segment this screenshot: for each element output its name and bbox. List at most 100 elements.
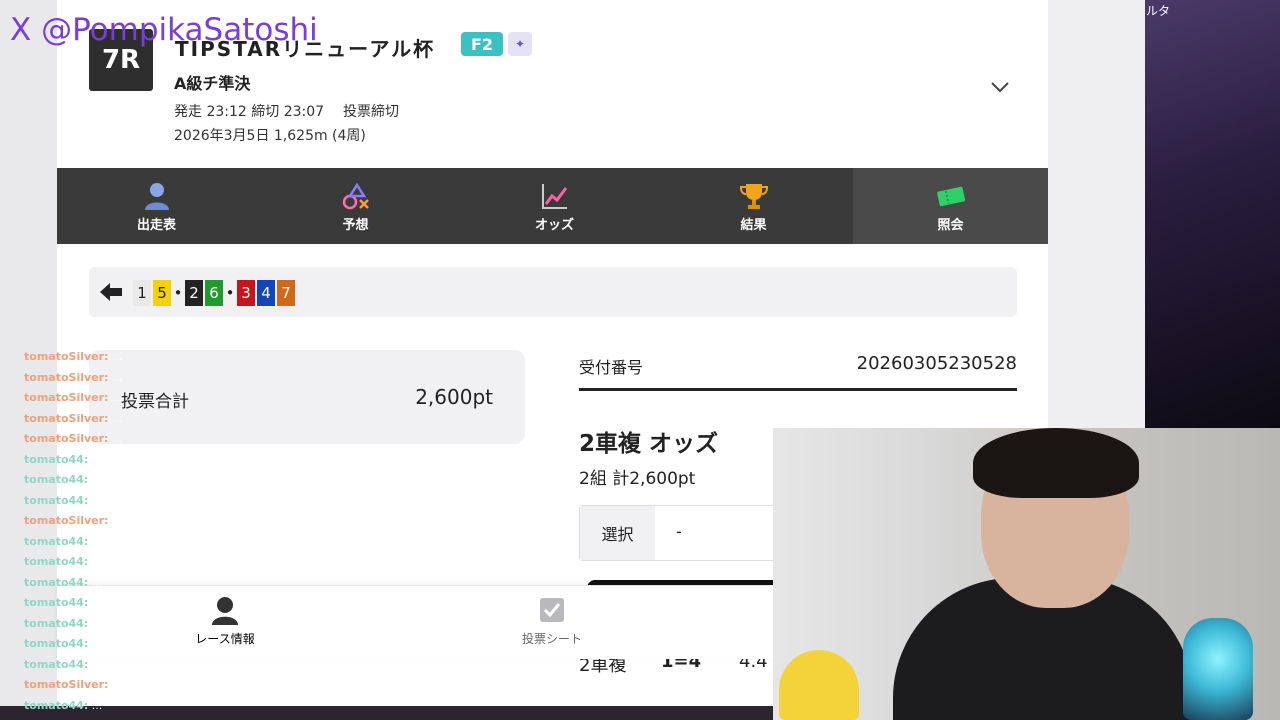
chat-username: tomatoSilver: [24,411,109,425]
chat-text: ... [108,350,123,363]
chat-message: tomato44: ... [24,453,102,466]
chat-text: ... [108,678,123,691]
select-value: - [676,522,682,541]
odds-subtitle: 2組 計2,600pt [579,469,696,489]
chat-message: tomatoSilver: ... [24,514,122,527]
watermark: X @PompikaSatoshi [10,12,318,48]
chat-message: tomato44: ... [24,699,102,712]
chat-username: tomato44: [24,473,89,486]
chat-overlay: tomatoSilver: ... tomatoSilver: ... tomato… [24,350,424,720]
chat-text: ... [88,555,103,568]
chat-text: ... [108,370,123,384]
chat-text: ... [88,493,103,507]
tab-entries-label: 出走表 [136,217,176,233]
background-right-strip [1145,0,1280,430]
select-row[interactable]: 選択 - [579,505,781,561]
chat-username: tomato44: [24,452,89,466]
chat-text: ... [88,452,103,466]
tab-prediction-label: 予想 [342,217,369,233]
chat-text: ... [108,432,123,445]
tab-inquiry[interactable]: 照会 [853,168,1048,244]
chat-text: ... [88,637,103,650]
tab-results[interactable]: 結果 [654,168,853,244]
chat-text: ... [88,616,103,630]
chat-message: tomato44: ... [24,596,102,609]
chat-text: ... [88,575,103,589]
chat-text: ... [108,411,123,425]
person-icon [144,182,169,210]
chat-username: tomato44: [24,575,89,589]
chat-username: tomato44: [24,493,89,507]
receipt-row: 受付番号 20260305230528 [579,352,1017,391]
chat-username: tomato44: [24,637,89,650]
chat-text: ... [88,534,103,548]
chat-text: ... [108,391,123,404]
star-icon: ✦ [508,32,532,56]
combo-cell-4: 4 [257,280,275,306]
chat-username: tomato44: [24,534,89,548]
chat-text: ... [88,596,103,609]
chat-message: tomato44: ... [24,576,102,589]
chat-username: tomato44: [24,698,89,712]
chat-message: tomato44: ... [24,473,102,486]
tab-results-label: 結果 [740,217,767,233]
start-time: 23:12 [206,104,247,120]
chat-username: tomato44: [24,555,89,568]
chat-message: tomatoSilver: ... [24,412,122,425]
chat-text: ... [88,657,103,671]
combo-separator: • [225,284,235,302]
chat-username: tomatoSilver: [24,391,109,404]
tab-prediction[interactable]: 予想 [256,168,455,244]
combo-cell-2: 2 [185,280,203,306]
race-times: 発走 23:12 締切 23:07 投票締切 [174,101,399,121]
chat-username: tomatoSilver: [24,432,109,445]
chat-username: tomatoSilver: [24,350,109,363]
tab-odds[interactable]: オッズ [455,168,654,244]
prediction-icon [342,182,369,209]
chat-text: ... [88,698,103,712]
odds-title: 2車複 オッズ [579,431,719,457]
tab-entries[interactable]: 出走表 [57,168,256,244]
chat-username: tomatoSilver: [24,678,109,691]
lamp [1183,618,1253,720]
webcam-overlay [773,428,1280,720]
chat-username: tomato44: [24,616,89,630]
chat-message: tomatoSilver: ... [24,678,122,691]
background-text: ルタ [1146,4,1171,18]
chat-message: tomato44: ... [24,555,102,568]
combo-separator: • [173,284,183,302]
tab-inquiry-label: 照会 [937,217,964,233]
chat-message: tomato44: ... [24,535,102,548]
receipt-label: 受付番号 [579,358,644,377]
close-time: 23:07 [283,104,325,120]
chat-message: tomatoSilver: ... [24,371,122,384]
start-label: 発走 [174,104,202,120]
combo-cell-6: 6 [205,280,223,306]
ticket-icon [936,186,965,206]
arrow-left-icon[interactable] [99,281,123,303]
chat-message: tomato44: ... [24,637,102,650]
chart-icon [541,183,567,209]
combo-cell-5: 5 [153,280,171,306]
chat-message: tomatoSilver: ... [24,391,122,404]
combo-cell-3: 3 [237,280,255,306]
plush-toy [779,650,859,720]
race-class: A級チ準決 [174,74,251,93]
close-label: 締切 [251,104,280,120]
receipt-number: 20260305230528 [856,353,1017,374]
chat-username: tomatoSilver: [24,514,109,527]
tab-ticket-sheet[interactable]: 投票シート [492,594,612,647]
tab-ticket-sheet-label: 投票シート [521,632,582,646]
chat-username: tomato44: [24,596,89,609]
chat-text: ... [108,514,123,527]
select-label: 選択 [580,506,655,560]
chat-message: tomatoSilver: ... [24,432,122,445]
chevron-down-icon[interactable] [989,76,1011,98]
total-value: 2,600pt [415,385,493,409]
chat-message: tomato44: ... [24,494,102,507]
race-date-distance: 2026年3月5日 1,625m (4周) [174,128,366,144]
chat-message: tomatoSilver: ... [24,350,122,363]
checkbox-icon [540,598,564,622]
trophy-icon [739,183,768,209]
combination-bar: 1 5 • 2 6 • 3 4 7 [89,267,1017,317]
